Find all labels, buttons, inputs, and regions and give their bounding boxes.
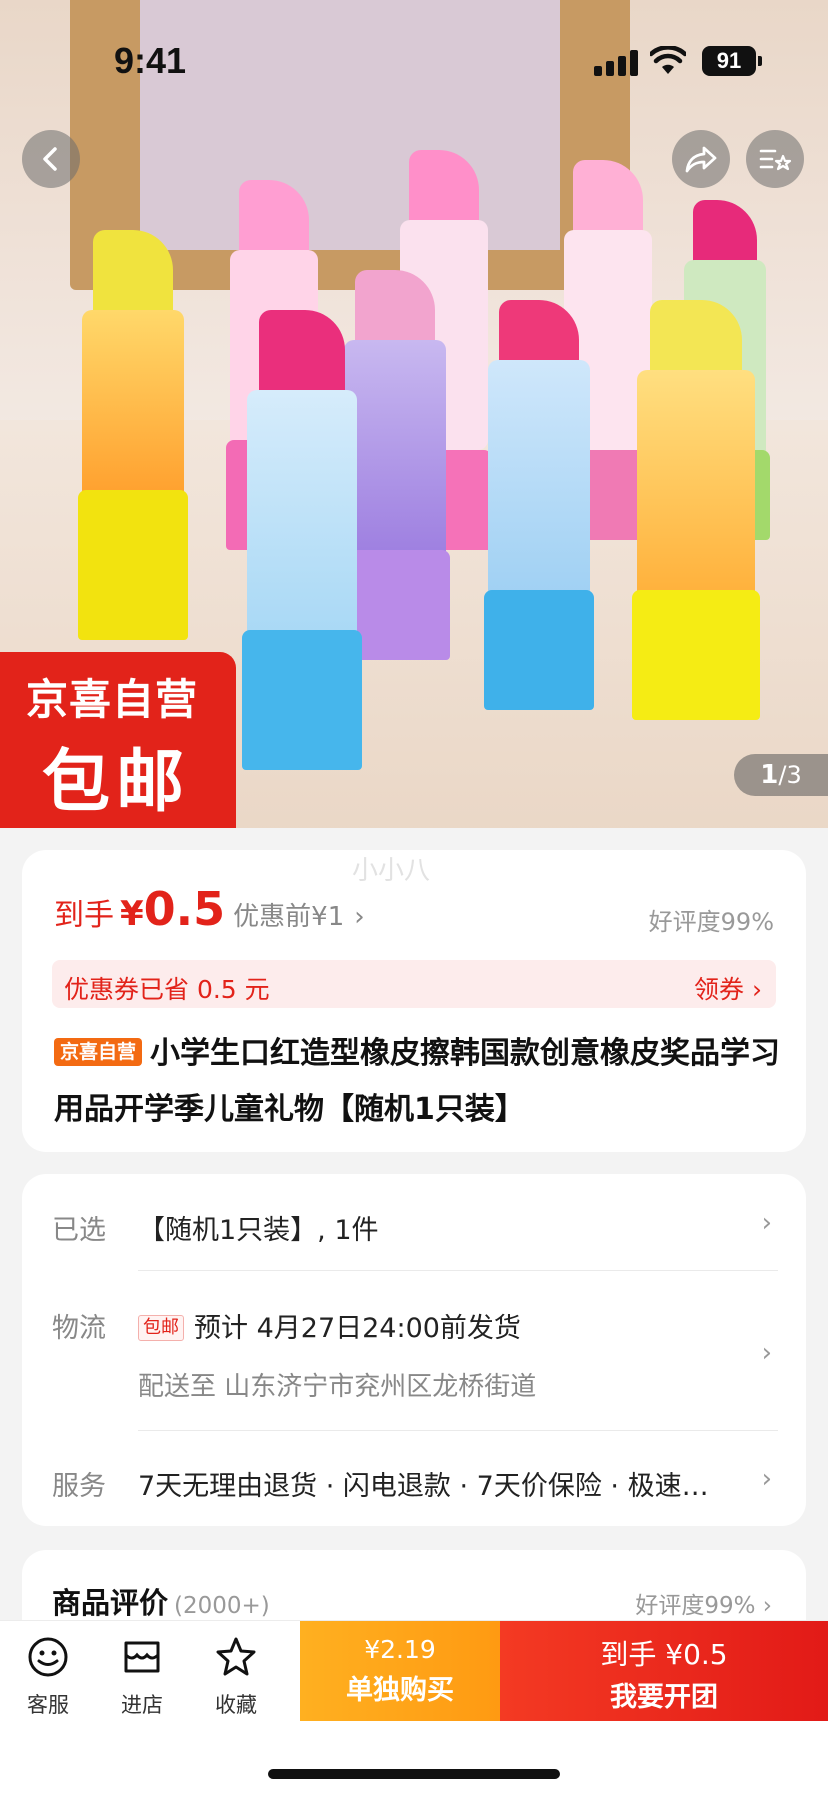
product-title-text: 小学生口红造型橡皮擦韩国款创意橡皮奖品学习用品开学季儿童礼物【随机1只装】 [54, 1036, 781, 1127]
options-card: 已选 【随机1只装】, 1件 › 物流 包邮 预计 4月27日24:00前发货 配… [22, 1174, 806, 1526]
store-label: 进店 [121, 1693, 163, 1717]
start-group-button[interactable]: 到手 ¥0.5 我要开团 [500, 1621, 828, 1721]
shipping-info: 包邮 预计 4月27日24:00前发货 [138, 1306, 521, 1345]
reviews-count: (2000+) [174, 1593, 270, 1619]
customer-service-label: 客服 [27, 1693, 69, 1717]
product-title: 京喜自营 小学生口红造型橡皮擦韩国款创意橡皮奖品学习用品开学季儿童礼物【随机1只装… [54, 1026, 784, 1138]
divider [138, 1430, 778, 1431]
buy-alone-label: 单独购买 [346, 1675, 454, 1706]
delivery-address: 配送至 山东济宁市兖州区龙桥街道 [138, 1372, 537, 1402]
selected-value: 【随机1只装】, 1件 [138, 1215, 379, 1246]
reviews-rating-text: 好评度99% [635, 1593, 756, 1619]
shipping-eta: 预计 4月27日24:00前发货 [194, 1313, 521, 1344]
favorite-label: 收藏 [215, 1693, 257, 1717]
store-icon [124, 1641, 160, 1673]
customer-service-button[interactable]: 客服 [8, 1635, 88, 1719]
product-photo-eraser [484, 300, 594, 710]
service-label: 服务 [52, 1471, 106, 1502]
list-star-icon [759, 149, 792, 171]
coupon-bar[interactable]: 优惠券已省 0.5 元 领券 › [52, 960, 776, 1008]
price-card: 小小八 到手 ¥ 0.5 优惠前¥1 › 好评度99% 优惠券已省 0.5 元 … [22, 850, 806, 1152]
reviews-heading: 商品评价 [52, 1586, 169, 1620]
final-price: 0.5 [143, 882, 226, 936]
image-pager: 1/3 [734, 754, 828, 796]
chevron-right-icon: › [354, 902, 365, 932]
price-row[interactable]: 到手 ¥ 0.5 优惠前¥1 › [54, 882, 365, 936]
wifi-icon [650, 46, 686, 74]
rating-badge: 好评度99% [648, 908, 774, 936]
chevron-right-icon: › [761, 1338, 772, 1368]
favorite-button[interactable]: 收藏 [196, 1635, 276, 1719]
more-menu-button[interactable] [746, 130, 804, 188]
battery-indicator: 91 [702, 46, 762, 76]
badge-line1: 京喜自营 [26, 675, 199, 724]
original-price: 优惠前¥1 [233, 902, 345, 932]
claim-coupon-link[interactable]: 领券 › [694, 970, 762, 1006]
share-button[interactable] [672, 130, 730, 188]
share-icon [685, 146, 717, 173]
status-time: 9:41 [114, 40, 187, 81]
jx-self-operated-badge: 京喜自营 包邮 [0, 652, 236, 828]
star-icon [216, 1637, 256, 1676]
group-price: 到手 ¥0.5 [600, 1638, 728, 1671]
self-operated-tag: 京喜自营 [54, 1038, 143, 1066]
product-photo-eraser [242, 310, 362, 770]
free-shipping-tag: 包邮 [138, 1315, 184, 1341]
pager-total: /3 [778, 761, 802, 789]
status-bar: 9:41 91 [0, 0, 828, 120]
reviews-rating: 好评度99% › [635, 1593, 772, 1619]
bottom-action-bar: 客服 进店 收藏 ¥2.19 单独购买 到手 ¥0.5 我要开团 [0, 1620, 828, 1796]
reviews-title: 商品评价 (2000+) [52, 1580, 270, 1622]
pager-current: 1 [760, 760, 779, 790]
cellular-signal-icon [594, 50, 638, 76]
product-photo-eraser [78, 200, 188, 640]
coupon-saved-text: 优惠券已省 0.5 元 [64, 975, 270, 1004]
home-indicator [268, 1769, 560, 1779]
buy-alone-button[interactable]: ¥2.19 单独购买 [300, 1621, 500, 1721]
buy-alone-price: ¥2.19 [364, 1635, 436, 1664]
divider [138, 1270, 778, 1271]
service-value: 7天无理由退货 · 闪电退款 · 7天价保险 · 极速… [138, 1471, 709, 1502]
smiley-chat-icon [28, 1637, 68, 1677]
chevron-left-icon [43, 147, 57, 171]
shipping-label: 物流 [52, 1313, 106, 1344]
selected-label: 已选 [52, 1215, 106, 1246]
store-button[interactable]: 进店 [102, 1635, 182, 1719]
chevron-right-icon: › [761, 1208, 772, 1238]
final-price-label: 到手 [54, 898, 114, 933]
group-label: 我要开团 [610, 1682, 718, 1713]
back-button[interactable] [22, 130, 80, 188]
currency-symbol: ¥ [120, 894, 144, 934]
product-photo-eraser [632, 300, 760, 720]
chevron-right-icon: › [761, 1464, 772, 1494]
badge-line2: 包邮 [42, 743, 191, 822]
